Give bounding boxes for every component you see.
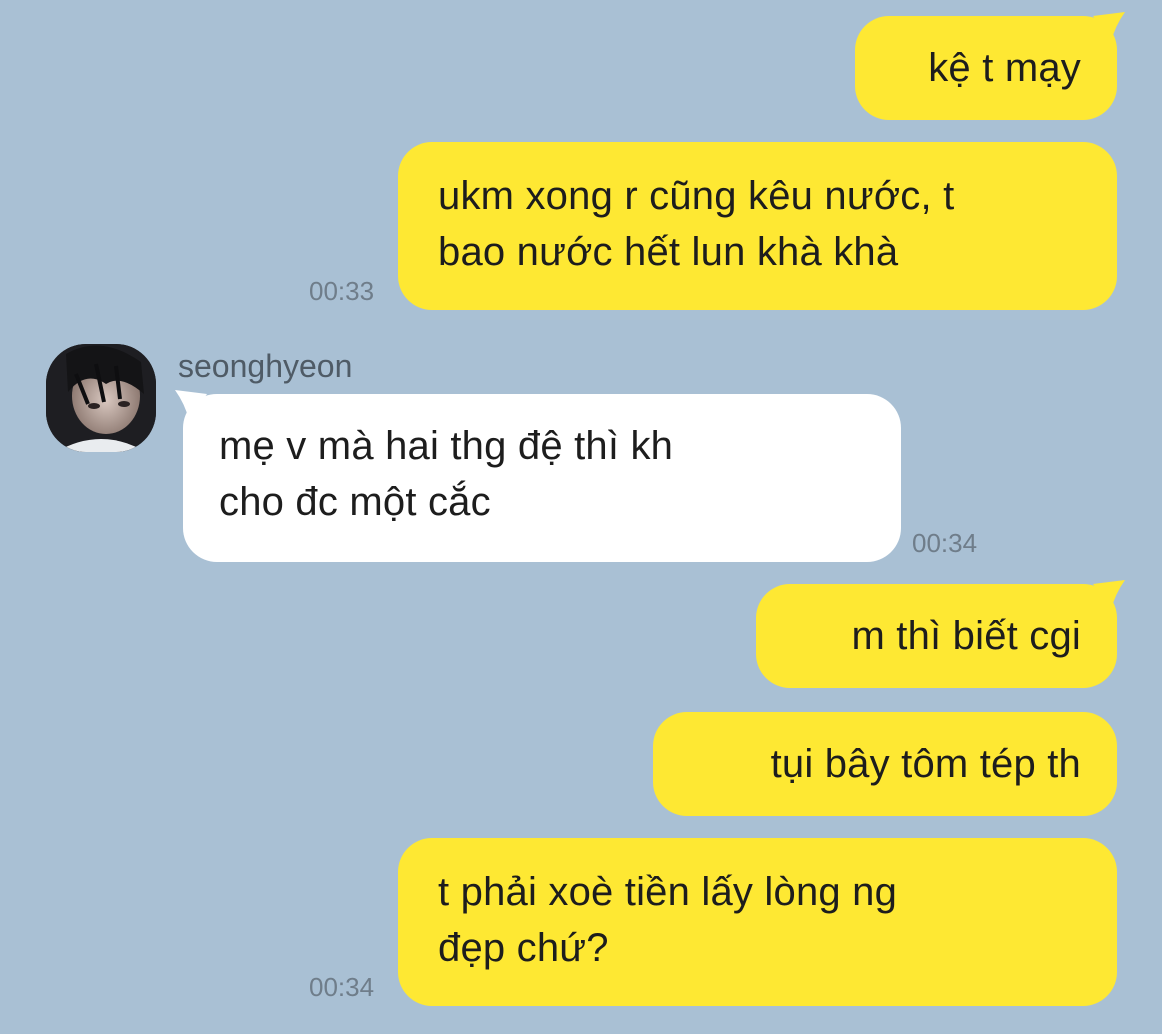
avatar-photo-icon — [46, 344, 156, 452]
message-text-line: ukm xong r cũng kêu nước, t — [438, 174, 955, 218]
bubble-tail-icon — [1093, 12, 1125, 42]
message-bubble-outgoing[interactable]: ukm xong r cũng kêu nước, t bao nước hết… — [398, 142, 1117, 310]
message-text: tụi bây tôm tép th — [770, 742, 1081, 786]
bubble-tail-icon — [1093, 580, 1125, 610]
message-timestamp: 00:34 — [912, 528, 978, 558]
message-bubble-incoming[interactable]: mẹ v mà hai thg đệ thì kh cho đc một cắc — [175, 390, 901, 562]
message-text: kệ t mạy — [928, 46, 1081, 90]
sender-name: seonghyeon — [178, 348, 353, 384]
message-bubble-outgoing[interactable]: tụi bây tôm tép th — [653, 712, 1117, 816]
message-timestamp: 00:33 — [309, 276, 375, 306]
message-text-line: đẹp chứ? — [438, 926, 609, 970]
avatar[interactable] — [46, 344, 156, 452]
message-text: m thì biết cgi — [851, 614, 1081, 658]
bubble-tail-icon — [175, 390, 207, 420]
message-bubble-outgoing[interactable]: m thì biết cgi — [756, 580, 1125, 688]
message-timestamp: 00:34 — [309, 972, 375, 1002]
message-text-line: t phải xoè tiền lấy lòng ng — [438, 870, 898, 914]
message-text-line: bao nước hết lun khà khà — [438, 230, 899, 274]
message-bubble-outgoing[interactable]: kệ t mạy — [855, 12, 1125, 120]
message-bubble-outgoing[interactable]: t phải xoè tiền lấy lòng ng đẹp chứ? — [398, 838, 1117, 1006]
message-text-line: mẹ v mà hai thg đệ thì kh — [219, 424, 674, 468]
message-text-line: cho đc một cắc — [219, 480, 491, 524]
